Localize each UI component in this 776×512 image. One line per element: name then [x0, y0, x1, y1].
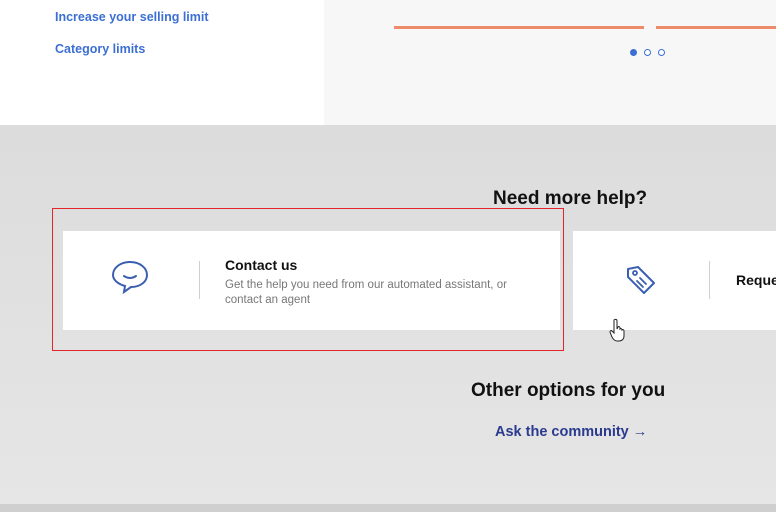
card-divider: [709, 261, 710, 299]
price-tag-icon: [627, 266, 655, 294]
card-divider: [199, 261, 200, 299]
carousel-dot-1[interactable]: [630, 49, 637, 56]
increase-selling-limit-link[interactable]: Increase your selling limit: [55, 10, 209, 24]
contact-us-title: Contact us: [225, 257, 298, 273]
carousel-progress-bar: [394, 26, 644, 29]
carousel-progress-bar: [656, 26, 776, 29]
carousel-dots: [630, 49, 665, 56]
other-options-heading: Other options for you: [471, 380, 666, 401]
category-limits-link[interactable]: Category limits: [55, 42, 145, 56]
chat-bubble-icon: [111, 260, 149, 295]
contact-us-description: Get the help you need from our automated…: [225, 279, 507, 306]
need-help-heading: Need more help?: [493, 188, 648, 209]
arrow-right-icon: →: [632, 424, 648, 440]
request-title: Reque: [736, 272, 776, 288]
bottom-border: [0, 504, 776, 512]
carousel-dot-2[interactable]: [644, 49, 651, 56]
carousel-panel: [324, 0, 776, 125]
carousel-dot-3[interactable]: [658, 49, 665, 56]
ask-community-label: Ask the community: [495, 424, 629, 440]
hand-cursor-icon: [609, 318, 625, 342]
ask-community-link[interactable]: Ask the community →: [495, 424, 647, 440]
